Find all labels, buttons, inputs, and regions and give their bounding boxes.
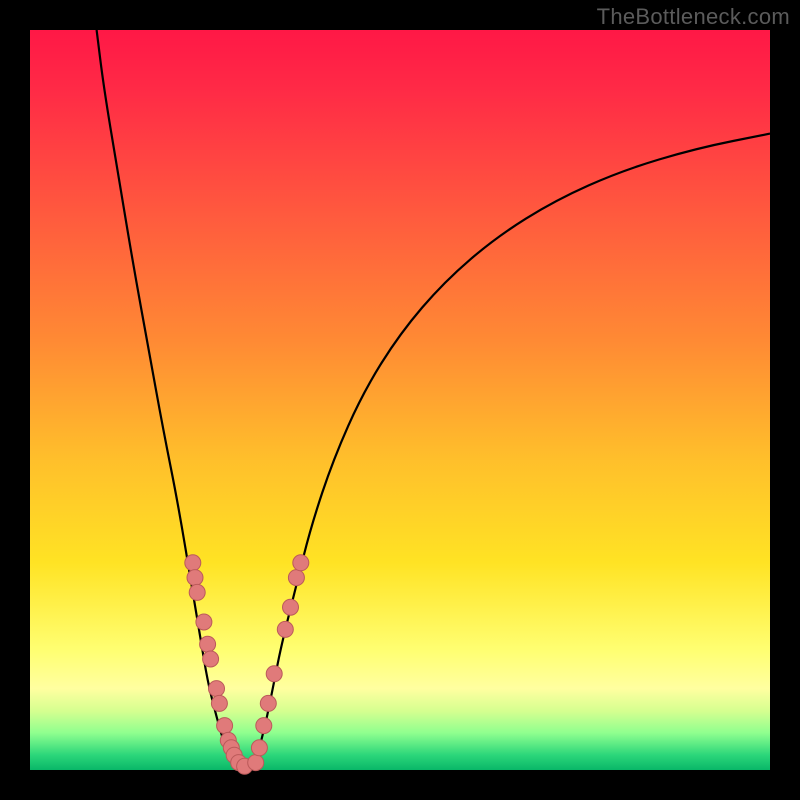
data-marker (256, 718, 272, 734)
data-marker (200, 636, 216, 652)
data-marker (217, 718, 233, 734)
data-marker (283, 599, 299, 615)
data-marker (187, 570, 203, 586)
data-marker (196, 614, 212, 630)
data-marker (266, 666, 282, 682)
data-marker (211, 695, 227, 711)
data-marker (189, 584, 205, 600)
chart-frame: TheBottleneck.com (0, 0, 800, 800)
marker-group (185, 555, 309, 775)
plot-area (30, 30, 770, 770)
data-marker (209, 681, 225, 697)
data-marker (293, 555, 309, 571)
data-marker (288, 570, 304, 586)
data-marker (248, 755, 264, 771)
data-marker (260, 695, 276, 711)
data-marker (251, 740, 267, 756)
bottleneck-curve-right (252, 134, 770, 770)
curve-layer (30, 30, 770, 770)
data-marker (203, 651, 219, 667)
data-marker (277, 621, 293, 637)
watermark-text: TheBottleneck.com (597, 4, 790, 30)
data-marker (185, 555, 201, 571)
